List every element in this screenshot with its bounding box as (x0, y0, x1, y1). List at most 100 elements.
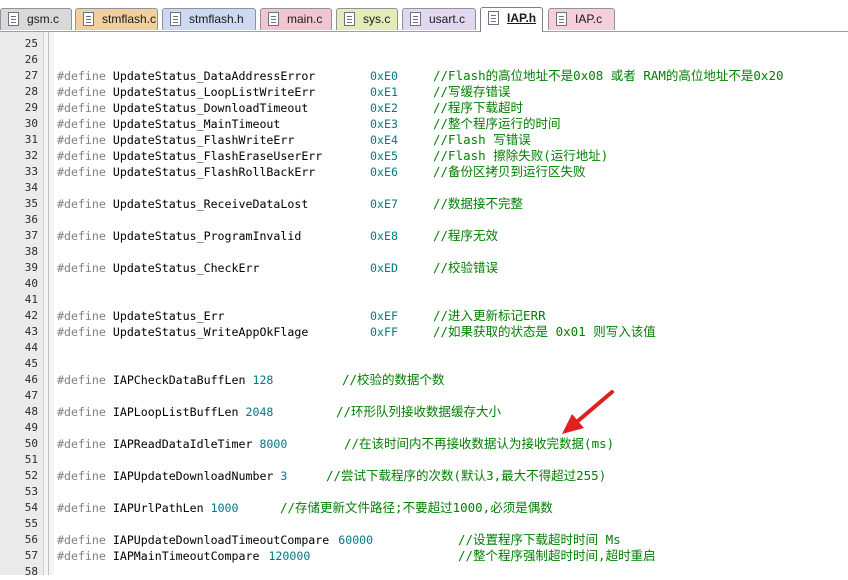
macro-value: 8000 (259, 437, 288, 451)
code-comment: //整个程序运行的时间 (433, 116, 561, 131)
macro-value: 0xFF (370, 325, 398, 339)
macro-name: UpdateStatus_Err (112, 309, 225, 323)
macro-value: 120000 (268, 549, 311, 563)
line-number: 34 (24, 181, 38, 194)
line-number: 55 (24, 517, 38, 530)
macro-name: IAPCheckDataBuffLen (112, 373, 246, 387)
code-line: 39 #define UpdateStatus_CheckErr 0xED //校验错… (0, 260, 848, 276)
define-keyword: #define (57, 309, 106, 323)
line-number: 42 (24, 309, 38, 322)
code-line: 40 (0, 276, 848, 292)
tab-main-c[interactable]: main.c (260, 8, 332, 30)
tab-stmflash-h[interactable]: stmflash.h (162, 8, 256, 30)
macro-value: 0xE1 (370, 85, 398, 99)
code-comment: //校验的数据个数 (342, 372, 445, 387)
macro-name: IAPUrlPathLen (112, 501, 204, 515)
file-icon (8, 12, 19, 26)
code-comment: //Flash 擦除失败(运行地址) (433, 148, 609, 163)
code-text: #define IAPUpdateDownloadTimeoutCompare … (57, 532, 373, 548)
code-line: 30 #define UpdateStatus_MainTimeout 0xE3 //… (0, 116, 848, 132)
define-keyword: #define (57, 197, 106, 211)
code-text: #define UpdateStatus_ProgramInvalid (57, 228, 301, 244)
define-keyword: #define (57, 373, 106, 387)
code-text: #define IAPUrlPathLen 1000 (57, 500, 239, 516)
file-icon (170, 12, 181, 26)
code-line: 33 #define UpdateStatus_FlashRollBackErr 0… (0, 164, 848, 180)
macro-name: UpdateStatus_DataAddressError (112, 69, 316, 83)
line-number: 49 (24, 421, 38, 434)
macro-name: UpdateStatus_LoopListWriteErr (112, 85, 316, 99)
tab-usart-c[interactable]: usart.c (402, 8, 476, 30)
define-keyword: #define (57, 549, 106, 563)
line-number: 31 (24, 133, 38, 146)
file-icon (488, 11, 499, 25)
code-line: 57 #define IAPMainTimeoutCompare 120000 //… (0, 548, 848, 564)
code-line: 36 (0, 212, 848, 228)
tab-sys-c[interactable]: sys.c (336, 8, 398, 30)
code-text: #define UpdateStatus_WriteAppOkFlage (57, 324, 308, 340)
macro-value: 0xE4 (370, 133, 398, 147)
file-icon (83, 12, 94, 26)
line-number: 53 (24, 485, 38, 498)
code-line: 31 #define UpdateStatus_FlashWriteErr 0xE4… (0, 132, 848, 148)
macro-name: IAPMainTimeoutCompare (112, 549, 260, 563)
code-line: 42 #define UpdateStatus_Err 0xEF //进入更新标记ER… (0, 308, 848, 324)
tab-label: usart.c (429, 12, 466, 26)
macro-value: 60000 (338, 533, 374, 547)
code-line: 41 (0, 292, 848, 308)
code-line: 53 (0, 484, 848, 500)
macro-name: UpdateStatus_MainTimeout (112, 117, 281, 131)
code-line: 49 (0, 420, 848, 436)
code-comment: //程序无效 (433, 228, 499, 243)
line-number: 51 (24, 453, 38, 466)
code-comment: //如果获取的状态是 0x01 则写入该值 (433, 324, 656, 339)
code-line: 52 #define IAPUpdateDownloadNumber 3 //尝试下… (0, 468, 848, 484)
code-text: #define UpdateStatus_CheckErr (57, 260, 259, 276)
macro-name: UpdateStatus_WriteAppOkFlage (112, 325, 309, 339)
tab-gsm-c[interactable]: gsm.c (0, 8, 72, 30)
line-number: 58 (24, 565, 38, 578)
tab-stmflash-c[interactable]: stmflash.c (75, 8, 158, 30)
define-keyword: #define (57, 117, 106, 131)
code-line: 37 #define UpdateStatus_ProgramInvalid 0xE… (0, 228, 848, 244)
tab-iap-h[interactable]: IAP.h (480, 7, 543, 32)
code-line: 56 #define IAPUpdateDownloadTimeoutCompar… (0, 532, 848, 548)
code-line: 43 #define UpdateStatus_WriteAppOkFlage 0x… (0, 324, 848, 340)
line-number: 27 (24, 69, 38, 82)
code-line: 58 (0, 564, 848, 580)
line-number: 33 (24, 165, 38, 178)
file-icon (410, 12, 421, 26)
file-icon (344, 12, 355, 26)
macro-name: IAPUpdateDownloadTimeoutCompare (112, 533, 330, 547)
code-line: 46 #define IAPCheckDataBuffLen 128 //校验的数据… (0, 372, 848, 388)
code-line: 44 (0, 340, 848, 356)
code-line: 32 #define UpdateStatus_FlashEraseUserErr… (0, 148, 848, 164)
code-line: 35 #define UpdateStatus_ReceiveDataLost 0x… (0, 196, 848, 212)
code-comment: //设置程序下载超时时间 Ms (458, 532, 621, 547)
define-keyword: #define (57, 469, 106, 483)
define-keyword: #define (57, 261, 106, 275)
line-number: 32 (24, 149, 38, 162)
define-keyword: #define (57, 149, 106, 163)
define-keyword: #define (57, 501, 106, 515)
macro-name: IAPLoopListBuffLen (112, 405, 239, 419)
code-comment: //Flash 写错误 (433, 132, 531, 147)
line-number: 25 (24, 37, 38, 50)
macro-value: 0xE5 (370, 149, 398, 163)
line-number: 39 (24, 261, 38, 274)
tab-label: IAP.h (507, 11, 537, 25)
code-line: 29 #define UpdateStatus_DownloadTimeout 0x… (0, 100, 848, 116)
line-number: 35 (24, 197, 38, 210)
code-line: 34 (0, 180, 848, 196)
line-number: 38 (24, 245, 38, 258)
code-line: 50 #define IAPReadDataIdleTimer 8000 //在该时… (0, 436, 848, 452)
tab-iap-c[interactable]: IAP.c (548, 8, 615, 30)
code-comment: //尝试下载程序的次数(默认3,最大不得超过255) (326, 468, 607, 483)
macro-value: 0xE8 (370, 229, 398, 243)
macro-value: 1000 (210, 501, 239, 515)
code-line: 25 (0, 36, 848, 52)
line-number: 30 (24, 117, 38, 130)
line-number: 37 (24, 229, 38, 242)
code-comment: //校验错误 (433, 260, 499, 275)
line-number: 41 (24, 293, 38, 306)
